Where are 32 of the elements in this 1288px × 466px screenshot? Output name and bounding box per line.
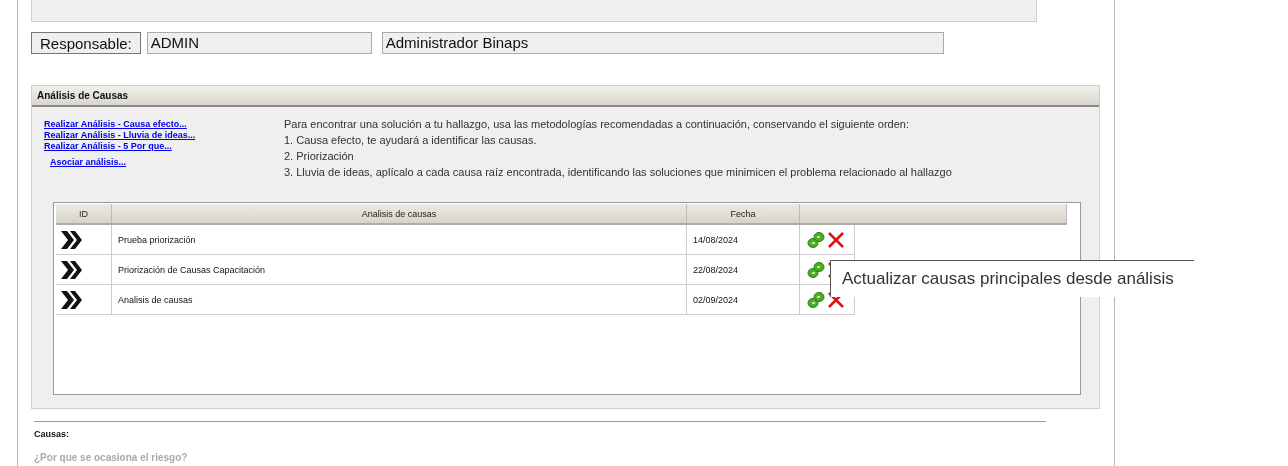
code-field[interactable]: ADMIN bbox=[146, 32, 372, 54]
instruction-step: 1. Causa efecto, te ayudará a identificar las causas. bbox=[284, 132, 952, 148]
name-field[interactable]: Administrador Binaps bbox=[381, 32, 944, 54]
section-header: Análisis de Causas bbox=[32, 86, 1099, 107]
instruction-step: 2. Priorización bbox=[284, 148, 952, 164]
causas-field[interactable]: ¿Por que se ocasiona el riesgo? bbox=[34, 449, 634, 466]
column-header: Fecha bbox=[687, 204, 800, 223]
links-icon[interactable] bbox=[807, 230, 825, 249]
associate-link[interactable]: Asociar análisis... bbox=[50, 156, 127, 170]
instruction-text: Para encontrar una solución a tu hallazgo, usa las metodologías recomendadas a continuación, conservando el siguiente orden: bbox=[284, 117, 910, 132]
table-cell: 14/08/2024 bbox=[687, 225, 800, 254]
instruction-step: 3. Lluvia de ideas, aplícalo a cada causa raíz encontrada, identificando las soluciones que minimicen el problema relacionado al hallazgo bbox=[284, 164, 952, 180]
table-cell: 02/09/2024 bbox=[687, 285, 800, 314]
delete-icon[interactable] bbox=[827, 230, 845, 249]
table-cell: Analisis de causas bbox=[112, 285, 687, 314]
chevron-icon[interactable] bbox=[60, 229, 82, 250]
analysis-link[interactable]: Realizar Análisis - Lluvia de ideas... bbox=[44, 130, 196, 141]
analysis-link[interactable]: Realizar Análisis - Causa efecto... bbox=[44, 119, 187, 130]
delete-icon[interactable] bbox=[827, 290, 845, 309]
links-icon[interactable] bbox=[807, 260, 825, 279]
tooltip: Actualizar causas principales desde análisis bbox=[830, 260, 1194, 297]
table-cell: Priorización de Causas Capacitación bbox=[112, 255, 687, 284]
causas-label: Causas: bbox=[34, 428, 70, 441]
table-cell: 22/08/2024 bbox=[687, 255, 800, 284]
links-icon[interactable] bbox=[807, 290, 825, 309]
chevron-icon[interactable] bbox=[60, 289, 82, 310]
analysis-link[interactable]: Realizar Análisis - 5 Por que... bbox=[44, 141, 172, 152]
column-header: Analisis de causas bbox=[112, 204, 687, 223]
responsable-button[interactable]: Responsable: bbox=[31, 32, 141, 54]
column-header: ID bbox=[56, 204, 112, 223]
chevron-icon[interactable] bbox=[60, 259, 82, 280]
table-cell: Prueba priorización bbox=[112, 225, 687, 254]
